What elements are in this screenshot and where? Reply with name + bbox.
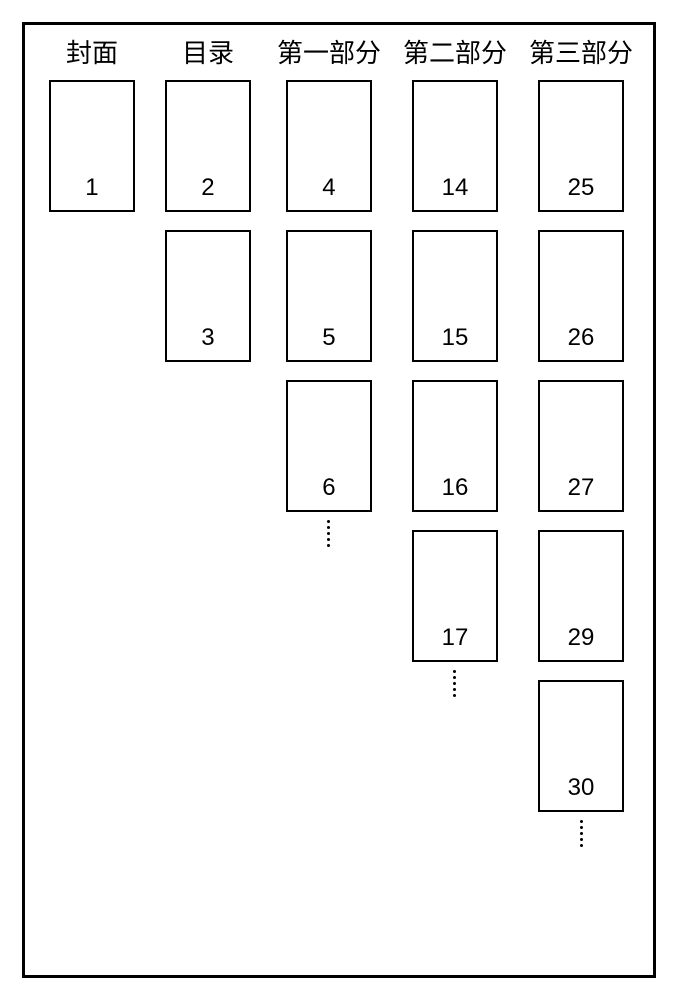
column-1: 目录 2 3 [161, 33, 255, 855]
page-number: 26 [568, 324, 595, 352]
page-number: 29 [568, 624, 595, 652]
page-thumbnail: 14 [412, 80, 498, 212]
column-header: 第三部分 [529, 33, 633, 70]
page-number: 27 [568, 474, 595, 502]
page-thumbnail: 29 [538, 530, 624, 662]
page-number: 2 [201, 174, 214, 202]
page-number: 14 [442, 174, 469, 202]
columns-container: 封面 1 目录 2 3 第一部分 4 5 6 第二部分 14 15 16 17 第三部分 25 26 27 29 30 [25, 25, 653, 855]
vertical-ellipsis-icon [327, 520, 330, 547]
page-number: 4 [322, 174, 335, 202]
column-header: 目录 [182, 33, 234, 70]
diagram-frame: 封面 1 目录 2 3 第一部分 4 5 6 第二部分 14 15 16 17 第三部分 25 26 27 29 30 [22, 22, 656, 978]
page-thumbnail: 1 [49, 80, 135, 212]
page-number: 6 [322, 474, 335, 502]
page-thumbnail: 15 [412, 230, 498, 362]
column-header: 封面 [66, 33, 118, 70]
column-4: 第三部分 25 26 27 29 30 [529, 33, 633, 855]
column-header: 第二部分 [403, 33, 507, 70]
vertical-ellipsis-icon [453, 670, 456, 697]
column-0: 封面 1 [45, 33, 139, 855]
page-thumbnail: 5 [286, 230, 372, 362]
page-thumbnail: 25 [538, 80, 624, 212]
page-number: 3 [201, 324, 214, 352]
column-3: 第二部分 14 15 16 17 [403, 33, 507, 855]
column-header: 第一部分 [277, 33, 381, 70]
page-number: 17 [442, 624, 469, 652]
page-number: 15 [442, 324, 469, 352]
page-thumbnail: 27 [538, 380, 624, 512]
page-thumbnail: 3 [165, 230, 251, 362]
page-thumbnail: 6 [286, 380, 372, 512]
page-number: 25 [568, 174, 595, 202]
page-thumbnail: 17 [412, 530, 498, 662]
page-number: 30 [568, 774, 595, 802]
page-number: 1 [85, 174, 98, 202]
page-thumbnail: 2 [165, 80, 251, 212]
column-2: 第一部分 4 5 6 [277, 33, 381, 855]
page-thumbnail: 4 [286, 80, 372, 212]
page-thumbnail: 26 [538, 230, 624, 362]
vertical-ellipsis-icon [580, 820, 583, 847]
page-thumbnail: 30 [538, 680, 624, 812]
page-number: 16 [442, 474, 469, 502]
page-number: 5 [322, 324, 335, 352]
page-thumbnail: 16 [412, 380, 498, 512]
